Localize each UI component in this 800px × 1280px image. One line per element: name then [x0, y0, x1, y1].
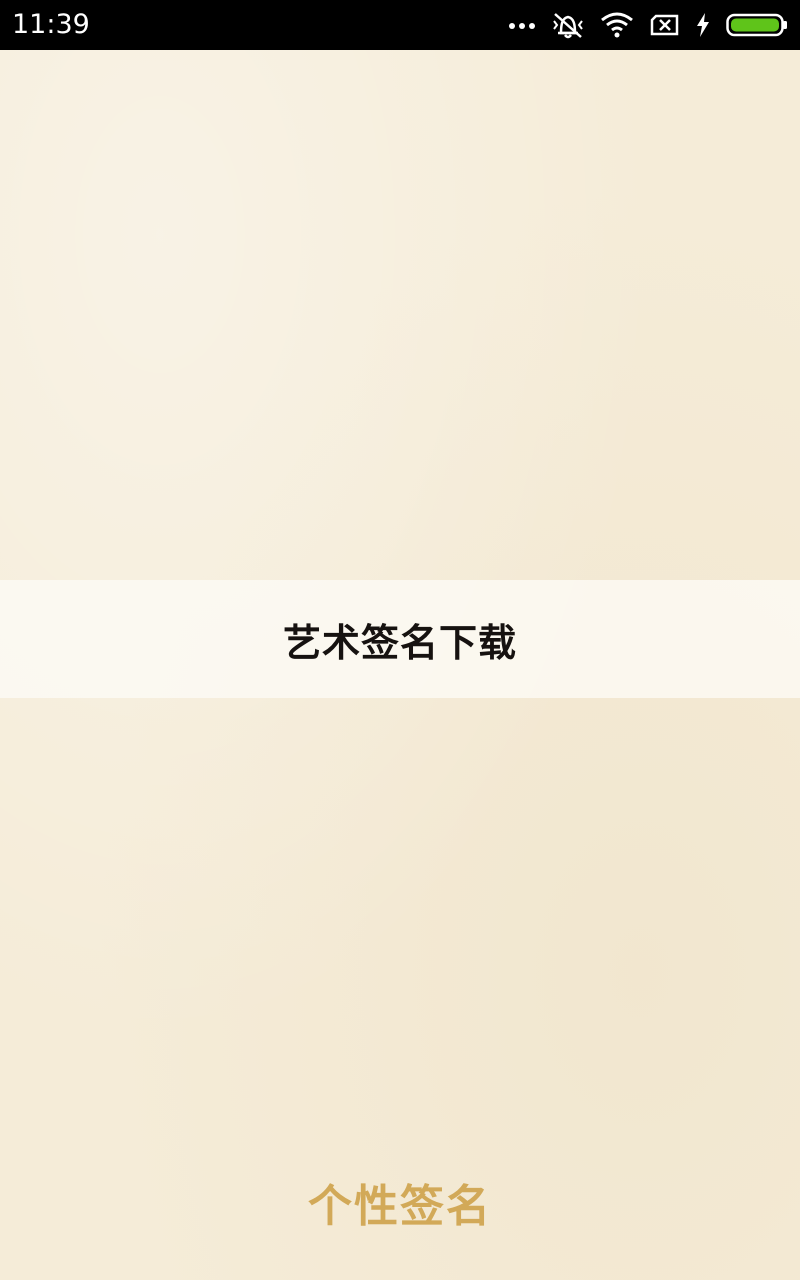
wifi-icon [600, 12, 634, 38]
no-sim-icon [650, 14, 680, 36]
more-dots-icon [508, 20, 536, 30]
charging-icon [696, 13, 710, 37]
app-name-footer: 个性签名 [308, 1181, 492, 1232]
vibrate-off-icon [552, 11, 584, 39]
status-bar: 11:39 [0, 0, 800, 50]
download-banner[interactable]: 艺术签名下载 [0, 580, 800, 698]
status-icons [508, 10, 788, 40]
status-time: 11:39 [12, 9, 90, 40]
banner-title: 艺术签名下载 [282, 620, 517, 665]
battery-icon [726, 13, 788, 37]
